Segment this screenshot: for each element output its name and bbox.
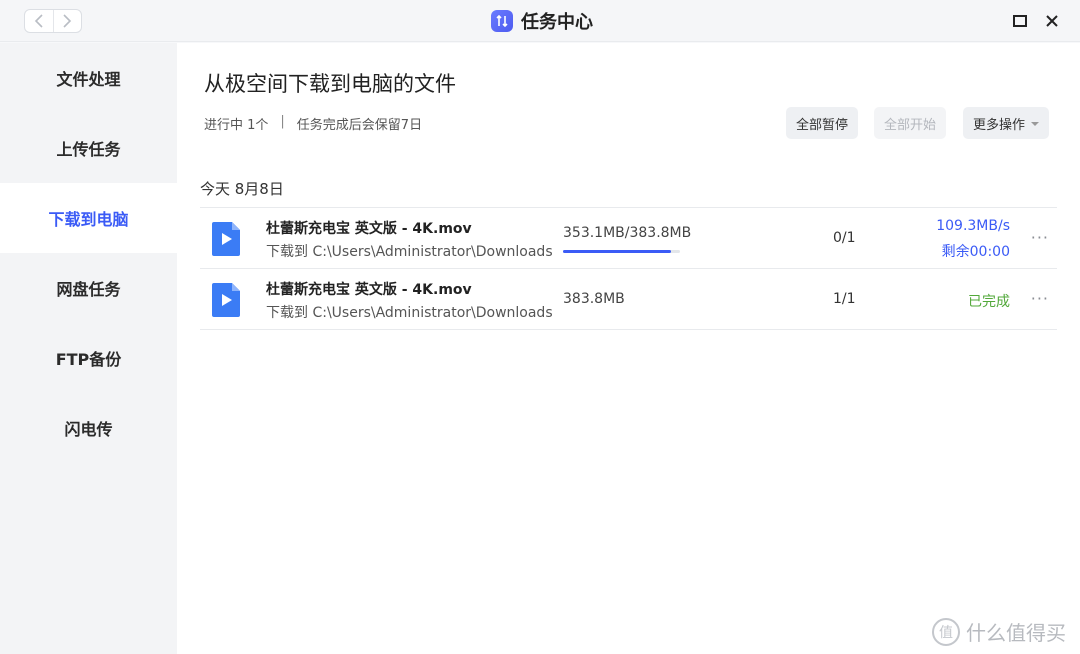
sidebar-item-download-to-pc[interactable]: 下载到电脑 bbox=[0, 183, 177, 253]
summary-separator: | bbox=[280, 114, 285, 129]
sidebar-item-ftp-backup[interactable]: FTP备份 bbox=[0, 323, 177, 393]
sidebar-item-label: FTP备份 bbox=[55, 350, 122, 369]
main-panel: 从极空间下载到电脑的文件 进行中 1个 | 任务完成后会保留7日 全部暂停 全部… bbox=[177, 43, 1080, 654]
start-all-label: 全部开始 bbox=[884, 117, 937, 133]
start-all-button[interactable]: 全部开始 bbox=[874, 107, 947, 139]
sidebar-item-label: 闪电传 bbox=[64, 420, 113, 439]
chevron-left-icon[interactable] bbox=[25, 10, 53, 32]
maximize-icon[interactable] bbox=[1011, 12, 1029, 30]
task-file-name: 杜蕾斯充电宝 英文版 - 4K.mov bbox=[266, 282, 472, 298]
retention-note: 任务完成后会保留7日 bbox=[296, 118, 423, 133]
task-destination-path: 下载到 C:\Users\Administrator\Downloads bbox=[266, 305, 553, 321]
more-actions-dropdown[interactable]: 更多操作 bbox=[963, 107, 1050, 139]
task-destination-path: 下载到 C:\Users\Administrator\Downloads bbox=[266, 244, 553, 260]
task-row[interactable]: 杜蕾斯充电宝 英文版 - 4K.mov 下载到 C:\Users\Adminis… bbox=[200, 208, 1057, 269]
app-title: 任务中心 bbox=[491, 8, 593, 34]
task-remaining-time: 剩余00:00 bbox=[941, 244, 1010, 260]
task-file-count: 1/1 bbox=[833, 291, 856, 307]
window-title: 任务中心 bbox=[521, 12, 593, 33]
watermark-text: 什么值得买 bbox=[966, 621, 1066, 645]
watermark: 值 什么值得买 bbox=[932, 617, 1066, 646]
sidebar-item-flash-transfer[interactable]: 闪电传 bbox=[0, 393, 177, 463]
date-group-header: 今天 8月8日 bbox=[200, 180, 284, 198]
task-status-badge: 已完成 bbox=[968, 294, 1010, 310]
close-icon[interactable] bbox=[1043, 12, 1061, 30]
sidebar-item-label: 上传任务 bbox=[56, 140, 121, 159]
chevron-right-icon[interactable] bbox=[52, 10, 81, 32]
video-file-icon bbox=[212, 283, 240, 317]
page-title: 从极空间下载到电脑的文件 bbox=[204, 72, 456, 96]
sidebar-item-file-processing[interactable]: 文件处理 bbox=[0, 43, 177, 113]
sidebar-item-label: 下载到电脑 bbox=[48, 210, 129, 229]
more-options-icon[interactable]: ··· bbox=[1031, 289, 1049, 308]
task-progress-fill bbox=[563, 250, 671, 253]
task-list: 杜蕾斯充电宝 英文版 - 4K.mov 下载到 C:\Users\Adminis… bbox=[200, 207, 1057, 330]
task-row[interactable]: 杜蕾斯充电宝 英文版 - 4K.mov 下载到 C:\Users\Adminis… bbox=[200, 269, 1057, 330]
task-summary: 进行中 1个 | 任务完成后会保留7日 bbox=[204, 114, 422, 133]
watermark-badge: 值 bbox=[932, 617, 960, 646]
title-bar: 任务中心 bbox=[0, 0, 1080, 42]
video-file-icon bbox=[212, 222, 240, 256]
task-center-window: 任务中心 文件处理 上传任务 下载到电脑 网盘任务 FTP备份 闪电传 从极空间… bbox=[0, 0, 1080, 654]
sidebar-item-cloud-tasks[interactable]: 网盘任务 bbox=[0, 253, 177, 323]
sidebar: 文件处理 上传任务 下载到电脑 网盘任务 FTP备份 闪电传 bbox=[0, 43, 177, 654]
task-progress-bar bbox=[563, 250, 680, 253]
sidebar-item-upload-tasks[interactable]: 上传任务 bbox=[0, 113, 177, 183]
pause-all-button[interactable]: 全部暂停 bbox=[786, 107, 859, 139]
pause-all-label: 全部暂停 bbox=[796, 117, 849, 133]
more-actions-label: 更多操作 bbox=[973, 117, 1026, 133]
task-size: 353.1MB/383.8MB bbox=[563, 225, 692, 241]
sidebar-item-label: 网盘任务 bbox=[56, 280, 121, 299]
task-speed: 109.3MB/s bbox=[936, 218, 1010, 234]
transfer-icon bbox=[491, 10, 513, 32]
task-file-count: 0/1 bbox=[833, 230, 856, 246]
task-file-name: 杜蕾斯充电宝 英文版 - 4K.mov bbox=[266, 221, 472, 237]
in-progress-count: 进行中 1个 bbox=[204, 118, 269, 133]
chevron-down-icon bbox=[1031, 122, 1040, 126]
sidebar-item-label: 文件处理 bbox=[56, 70, 121, 89]
more-options-icon[interactable]: ··· bbox=[1031, 228, 1049, 247]
nav-buttons bbox=[24, 9, 82, 33]
task-size: 383.8MB bbox=[563, 291, 625, 307]
